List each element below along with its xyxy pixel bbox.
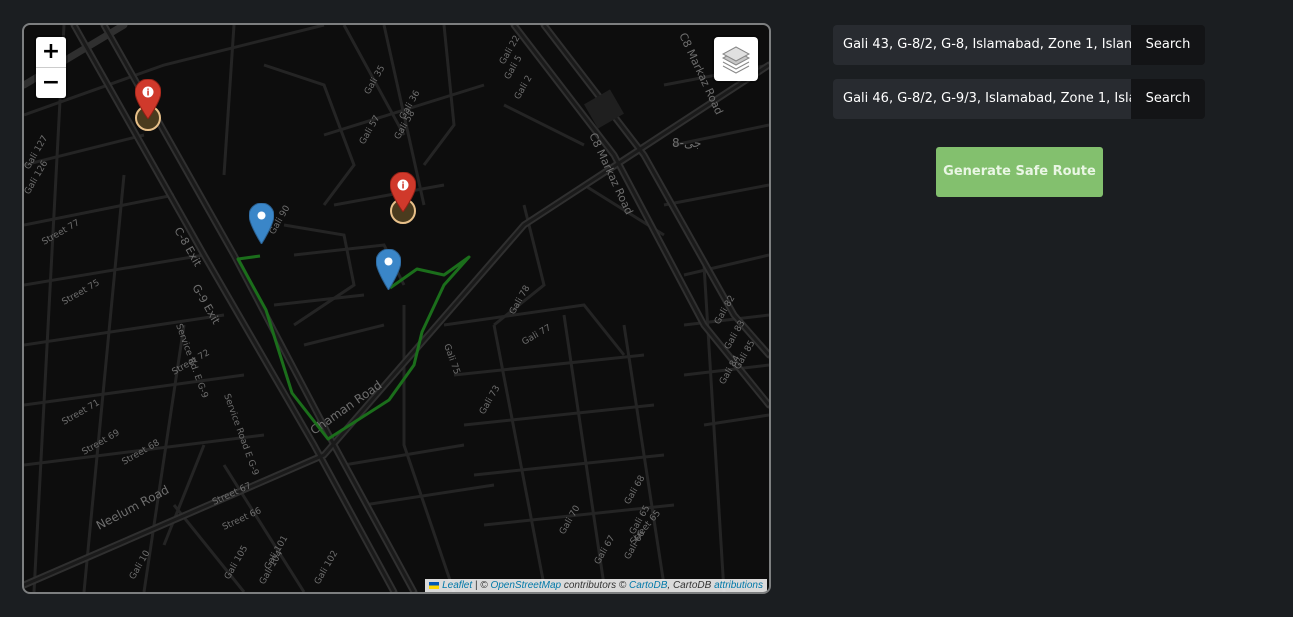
road-label: Gali 2	[513, 74, 535, 102]
hazard-marker-icon[interactable]: i	[390, 172, 416, 212]
road-label: Gali 75	[441, 343, 461, 376]
ukraine-flag-icon	[429, 581, 440, 589]
svg-text:i: i	[146, 89, 149, 99]
osm-link[interactable]: OpenStreetMap	[490, 580, 561, 591]
generate-safe-route-button[interactable]: Generate Safe Route	[936, 147, 1103, 197]
road-label: Gali 102	[313, 549, 340, 587]
road-label: Gali 68	[623, 474, 648, 507]
origin-search-row: Gali 43, G-8/2, G-8, Islamabad, Zone 1, …	[833, 25, 1205, 65]
road-label: جی-8	[672, 136, 701, 150]
svg-text:i: i	[401, 182, 404, 192]
zoom-control: + −	[36, 37, 66, 98]
leaflet-link[interactable]: Leaflet	[442, 580, 472, 591]
attribution-text: | ©	[472, 580, 491, 591]
road-label: Gali 73	[478, 384, 503, 417]
destination-search-row: Gali 46, G-8/2, G-9/3, Islamabad, Zone 1…	[833, 79, 1205, 119]
destination-input[interactable]: Gali 46, G-8/2, G-9/3, Islamabad, Zone 1…	[833, 79, 1131, 119]
attributions-link[interactable]: attributions	[714, 580, 763, 591]
road-label: Gali 105	[223, 544, 250, 582]
layers-icon	[721, 46, 751, 74]
hazard-marker-icon[interactable]: i	[135, 79, 161, 119]
attribution-text: contributors ©	[561, 580, 630, 591]
map-container[interactable]: Chaman Road Neelum Road C-8 Exit G-9 Exi…	[22, 23, 771, 594]
road-label: Street 75	[61, 278, 102, 307]
end-marker-icon[interactable]	[376, 249, 401, 290]
origin-input[interactable]: Gali 43, G-8/2, G-8, Islamabad, Zone 1, …	[833, 25, 1131, 65]
zoom-in-button[interactable]: +	[36, 37, 66, 67]
road-label: Street 71	[61, 398, 102, 427]
road-label: Street 77	[41, 218, 82, 247]
road-label: C8 Markaz Road	[586, 131, 635, 217]
cartodb-link[interactable]: CartoDB	[629, 580, 667, 591]
start-marker-icon[interactable]	[249, 203, 274, 244]
destination-search-button[interactable]: Search	[1131, 79, 1205, 119]
zoom-out-button[interactable]: −	[36, 67, 66, 98]
layers-control-button[interactable]	[714, 37, 758, 81]
road-label: Gali 70	[558, 504, 583, 537]
origin-search-button[interactable]: Search	[1131, 25, 1205, 65]
road-label: Gali 57	[358, 114, 383, 147]
map-attribution: Leaflet | © OpenStreetMap contributors ©…	[425, 579, 767, 592]
road-label: Gali 77	[521, 323, 554, 348]
attribution-text: , CartoDB	[667, 580, 715, 591]
road-label: Gali 66	[623, 529, 648, 562]
